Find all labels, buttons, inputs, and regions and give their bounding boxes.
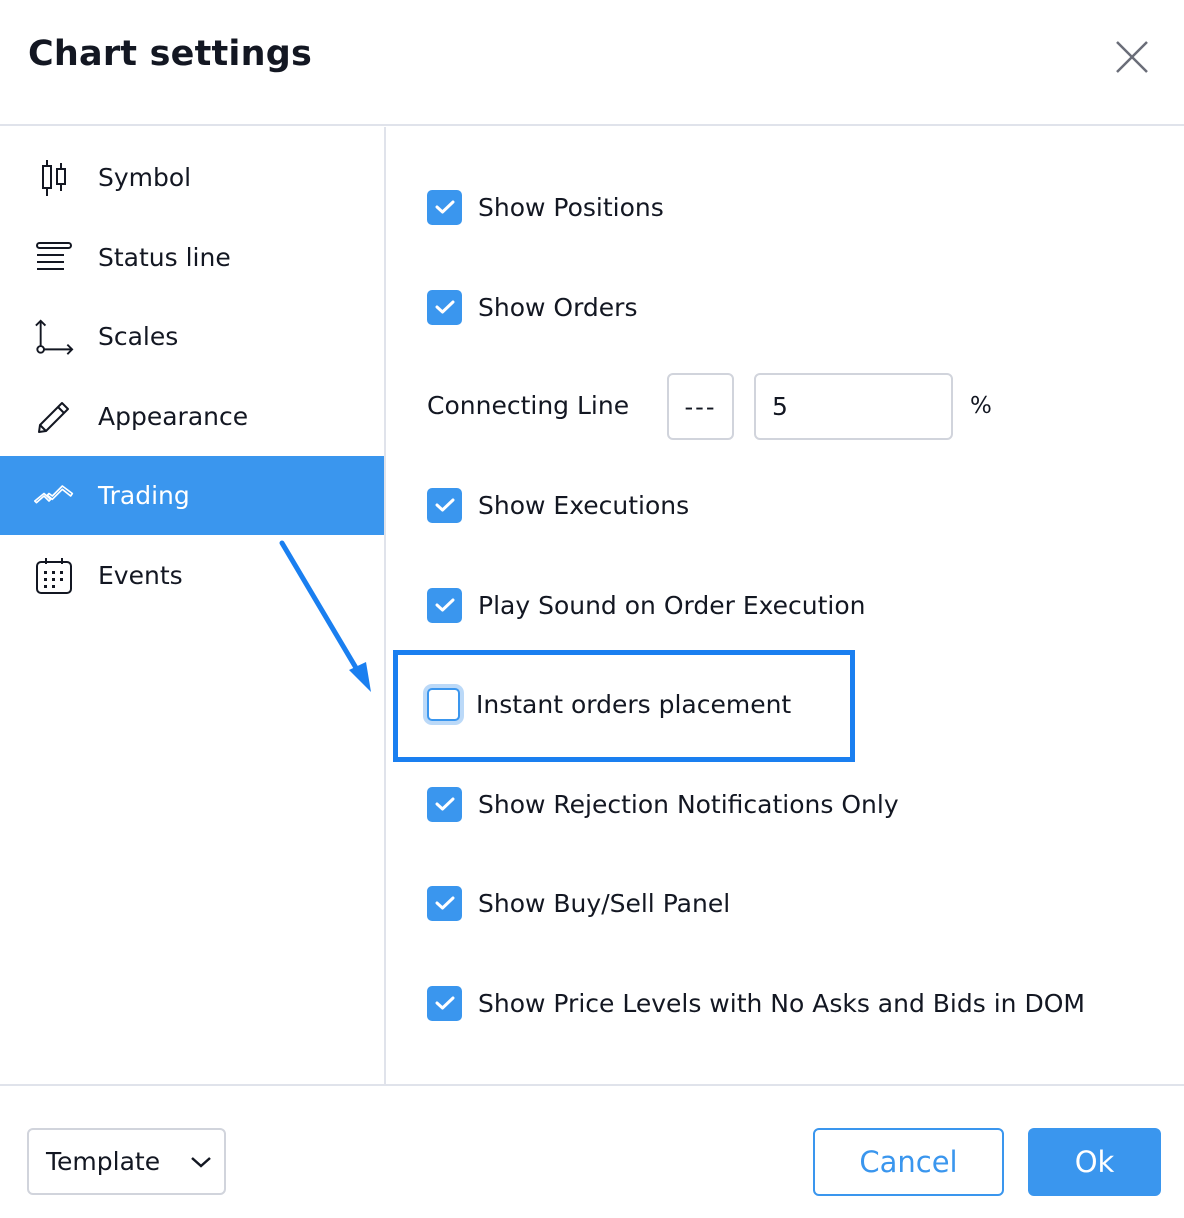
option-label: Show Buy/Sell Panel [478,888,731,918]
option-label: Show Orders [478,292,638,322]
sidebar-item-label: Appearance [98,402,249,431]
close-button[interactable] [1112,37,1152,77]
sidebar-item-symbol[interactable]: Symbol [0,138,384,217]
checkbox-checked[interactable] [427,786,462,822]
template-dropdown[interactable]: Template [27,1128,226,1195]
option-show-buy-sell-panel[interactable]: Show Buy/Sell Panel [427,883,730,923]
option-show-positions[interactable]: Show Positions [427,187,664,227]
close-icon [1116,41,1148,73]
status-line-icon [34,238,74,278]
sidebar-item-label: Symbol [98,163,192,192]
sidebar-item-scales[interactable]: Scales [0,297,384,376]
option-show-price-levels-dom[interactable]: Show Price Levels with No Asks and Bids … [427,983,1085,1023]
sidebar-item-label: Status line [98,243,231,272]
option-show-orders[interactable]: Show Orders [427,287,637,327]
option-label: Show Positions [478,192,664,222]
chevron-down-icon [191,1157,211,1168]
checkmark-icon [435,797,454,811]
checkbox-checked[interactable] [427,189,462,225]
option-show-rejection-notifications[interactable]: Show Rejection Notifications Only [427,784,899,824]
pencil-icon [34,397,74,437]
sidebar-item-events[interactable]: Events [0,536,384,615]
line-style-picker[interactable]: --- [667,373,734,440]
connecting-line-percent-input[interactable] [754,373,953,440]
checkmark-icon [435,598,454,612]
cancel-button[interactable]: Cancel [813,1128,1004,1196]
candlestick-icon [34,158,74,198]
sidebar-item-label: Events [98,561,183,590]
trading-settings-panel: Show Positions Show Orders Connecting Li… [388,127,1184,1085]
option-label: Instant orders placement [476,689,792,719]
dialog-footer: Template Cancel Ok [0,1084,1184,1218]
checkmark-icon [435,200,454,214]
trading-icon [34,476,74,516]
settings-sidebar: Symbol Status line Scales Appearance Tra… [0,127,386,1085]
option-label: Show Executions [478,490,690,520]
sidebar-item-status-line[interactable]: Status line [0,218,384,297]
checkbox-checked[interactable] [427,289,462,325]
checkbox-checked[interactable] [427,487,462,523]
checkmark-icon [435,896,454,910]
checkbox-checked[interactable] [427,587,462,623]
sidebar-item-appearance[interactable]: Appearance [0,377,384,456]
checkmark-icon [435,498,454,512]
checkbox-checked[interactable] [427,985,462,1021]
sidebar-item-trading[interactable]: Trading [0,456,384,535]
scales-icon [34,317,74,357]
option-label: Play Sound on Order Execution [478,590,866,620]
sidebar-item-label: Trading [98,481,190,510]
option-label: Show Price Levels with No Asks and Bids … [478,988,1085,1018]
chart-settings-dialog: Chart settings Symbol Status line Scales [0,0,1184,1218]
checkbox-checked[interactable] [427,885,462,921]
checkmark-icon [435,996,454,1010]
checkmark-icon [435,300,454,314]
sidebar-item-label: Scales [98,322,179,351]
dialog-title: Chart settings [28,34,313,74]
calendar-icon [34,556,74,596]
ok-button[interactable]: Ok [1028,1128,1161,1196]
option-play-sound[interactable]: Play Sound on Order Execution [427,585,866,625]
checkbox-unchecked[interactable] [427,687,460,721]
dialog-header: Chart settings [0,0,1184,126]
option-label: Show Rejection Notifications Only [478,789,899,819]
template-label: Template [46,1147,161,1176]
connecting-line-label: Connecting Line [427,391,630,420]
option-show-executions[interactable]: Show Executions [427,485,689,525]
option-instant-orders-placement[interactable]: Instant orders placement [427,684,791,724]
percent-unit: % [970,393,992,419]
